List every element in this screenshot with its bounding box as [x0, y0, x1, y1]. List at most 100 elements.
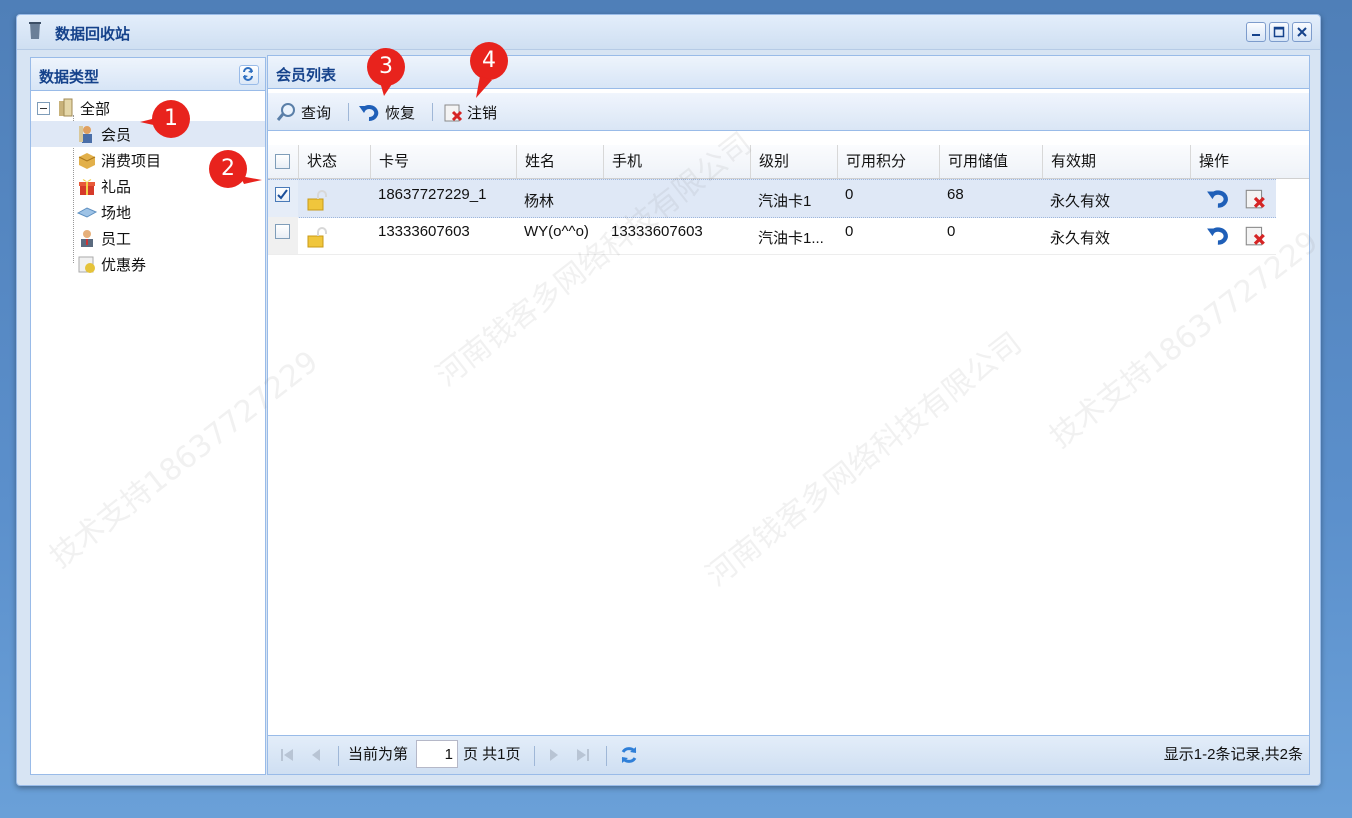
- unlocked-icon: [307, 227, 327, 248]
- expiry: 永久有效: [1050, 193, 1111, 210]
- cancel-label: 注销: [467, 104, 498, 122]
- unlocked-icon: [307, 190, 327, 211]
- callout-marker: 3: [367, 48, 405, 86]
- table-row[interactable]: 18637727229_1 杨林 汽油卡1 0 68 永久有效: [268, 179, 1276, 218]
- balance: 68: [947, 186, 964, 203]
- callout-marker: 4: [470, 42, 508, 80]
- tree-node-member[interactable]: 会员: [31, 121, 265, 147]
- cancel-button[interactable]: 注销: [442, 100, 497, 124]
- col-level[interactable]: 级别: [750, 145, 837, 178]
- refresh-icon: [243, 67, 253, 81]
- check-icon: [277, 189, 288, 200]
- row-checkbox[interactable]: [275, 187, 290, 202]
- points: 0: [845, 186, 854, 203]
- member-list-panel: 会员列表 查询 恢复 注销 状态 卡号 姓名 手机 级别 可用积分 可用储值 有…: [267, 55, 1310, 775]
- col-name[interactable]: 姓名: [516, 145, 603, 178]
- data-type-title: 数据类型: [39, 69, 100, 86]
- data-type-header: 数据类型: [31, 58, 265, 91]
- maximize-button[interactable]: [1269, 22, 1289, 42]
- recycle-bin-window: 数据回收站 数据类型 全部 会员 消费项目 礼品 场地 员工 优惠券 会员列表 …: [16, 14, 1325, 786]
- callout-marker: 2: [209, 150, 247, 188]
- card-number: 18637727229_1: [378, 186, 487, 203]
- query-button[interactable]: 查询: [276, 100, 331, 124]
- phone: 13333607603: [611, 223, 703, 240]
- record-summary: 显示1-2条记录,共2条: [1163, 746, 1303, 763]
- tree-label-all: 全部: [80, 100, 111, 118]
- member-icon: [79, 126, 92, 143]
- close-button[interactable]: [1292, 22, 1312, 42]
- restore-icon: [359, 105, 379, 122]
- col-points[interactable]: 可用积分: [837, 145, 939, 178]
- select-all-column: [268, 145, 298, 178]
- tree-label-employee: 员工: [101, 230, 132, 248]
- tree-label-venue: 场地: [101, 204, 132, 222]
- minimize-button[interactable]: [1246, 22, 1266, 42]
- table-row[interactable]: 13333607603 WY(o^^o) 13333607603 汽油卡1...…: [268, 217, 1276, 255]
- row-checkbox[interactable]: [275, 224, 290, 239]
- points: 0: [845, 223, 854, 240]
- search-icon: [276, 103, 295, 121]
- phone: [603, 180, 750, 217]
- col-balance[interactable]: 可用储值: [939, 145, 1042, 178]
- member-list-header: 会员列表: [268, 56, 1309, 89]
- window-title: 数据回收站: [55, 26, 131, 43]
- level: 汽油卡1...: [758, 230, 824, 247]
- restore-icon[interactable]: [1206, 186, 1232, 210]
- tree-node-venue[interactable]: 场地: [31, 199, 265, 225]
- coupon-icon: [78, 256, 95, 273]
- venue-icon: [77, 207, 97, 218]
- recycle-app-icon: [29, 22, 41, 39]
- status-icon-cell: [306, 180, 336, 217]
- tree-label-coupon: 优惠券: [101, 256, 147, 274]
- tree-node-all[interactable]: 全部: [31, 95, 265, 121]
- restore-button[interactable]: 恢复: [358, 100, 415, 124]
- callout-marker: 1: [152, 100, 190, 138]
- query-label: 查询: [301, 104, 332, 122]
- select-all-checkbox[interactable]: [275, 154, 290, 169]
- tree-label-member: 会员: [101, 126, 132, 144]
- tree-node-employee[interactable]: 员工: [31, 225, 265, 251]
- level: 汽油卡1: [758, 193, 812, 210]
- expiry: 永久有效: [1050, 230, 1111, 247]
- col-status[interactable]: 状态: [298, 145, 370, 178]
- close-icon: [1297, 27, 1307, 37]
- page-number-input[interactable]: 1: [416, 740, 458, 768]
- pagination-bar: 当前为第 1 页 共1页 显示1-2条记录,共2条: [268, 735, 1309, 774]
- employee-icon: [81, 230, 93, 247]
- last-page-icon[interactable]: [574, 746, 592, 764]
- tree-refresh-button[interactable]: [239, 65, 259, 85]
- restore-icon[interactable]: [1206, 223, 1232, 247]
- member-list-title: 会员列表: [276, 67, 337, 84]
- collapse-icon[interactable]: [37, 101, 50, 115]
- restore-label: 恢复: [385, 104, 416, 122]
- balance: 0: [947, 223, 956, 240]
- col-card[interactable]: 卡号: [370, 145, 516, 178]
- delete-card-icon[interactable]: [1242, 223, 1268, 247]
- col-expiry[interactable]: 有效期: [1042, 145, 1190, 178]
- row-actions: [1198, 180, 1276, 217]
- status-icon-cell: [306, 217, 336, 254]
- member-name: 杨林: [524, 193, 555, 210]
- member-grid-header: 状态 卡号 姓名 手机 级别 可用积分 可用储值 有效期 操作: [268, 145, 1309, 179]
- col-phone[interactable]: 手机: [603, 145, 750, 178]
- page-total-label: 页 共1页: [463, 746, 521, 763]
- member-name: WY(o^^o): [524, 223, 589, 240]
- tree-label-consumption-item: 消费项目: [101, 152, 162, 170]
- col-actions: 操作: [1190, 145, 1276, 178]
- next-page-icon[interactable]: [544, 746, 562, 764]
- minimize-icon: [1252, 34, 1260, 36]
- tree-label-gift: 礼品: [101, 178, 132, 196]
- folder-icon: [59, 98, 73, 117]
- tree-node-coupon[interactable]: 优惠券: [31, 251, 265, 277]
- delete-card-icon[interactable]: [1242, 186, 1268, 210]
- maximize-icon: [1273, 26, 1285, 38]
- page-current-label: 当前为第: [348, 746, 409, 763]
- gift-icon: [79, 179, 95, 195]
- prev-page-icon[interactable]: [308, 746, 326, 764]
- delete-card-icon: [444, 104, 463, 122]
- card-number: 13333607603: [378, 223, 470, 240]
- member-toolbar: 查询 恢复 注销: [268, 93, 1309, 131]
- refresh-icon[interactable]: [618, 744, 640, 766]
- first-page-icon[interactable]: [278, 746, 296, 764]
- window-titlebar[interactable]: 数据回收站: [17, 15, 1320, 50]
